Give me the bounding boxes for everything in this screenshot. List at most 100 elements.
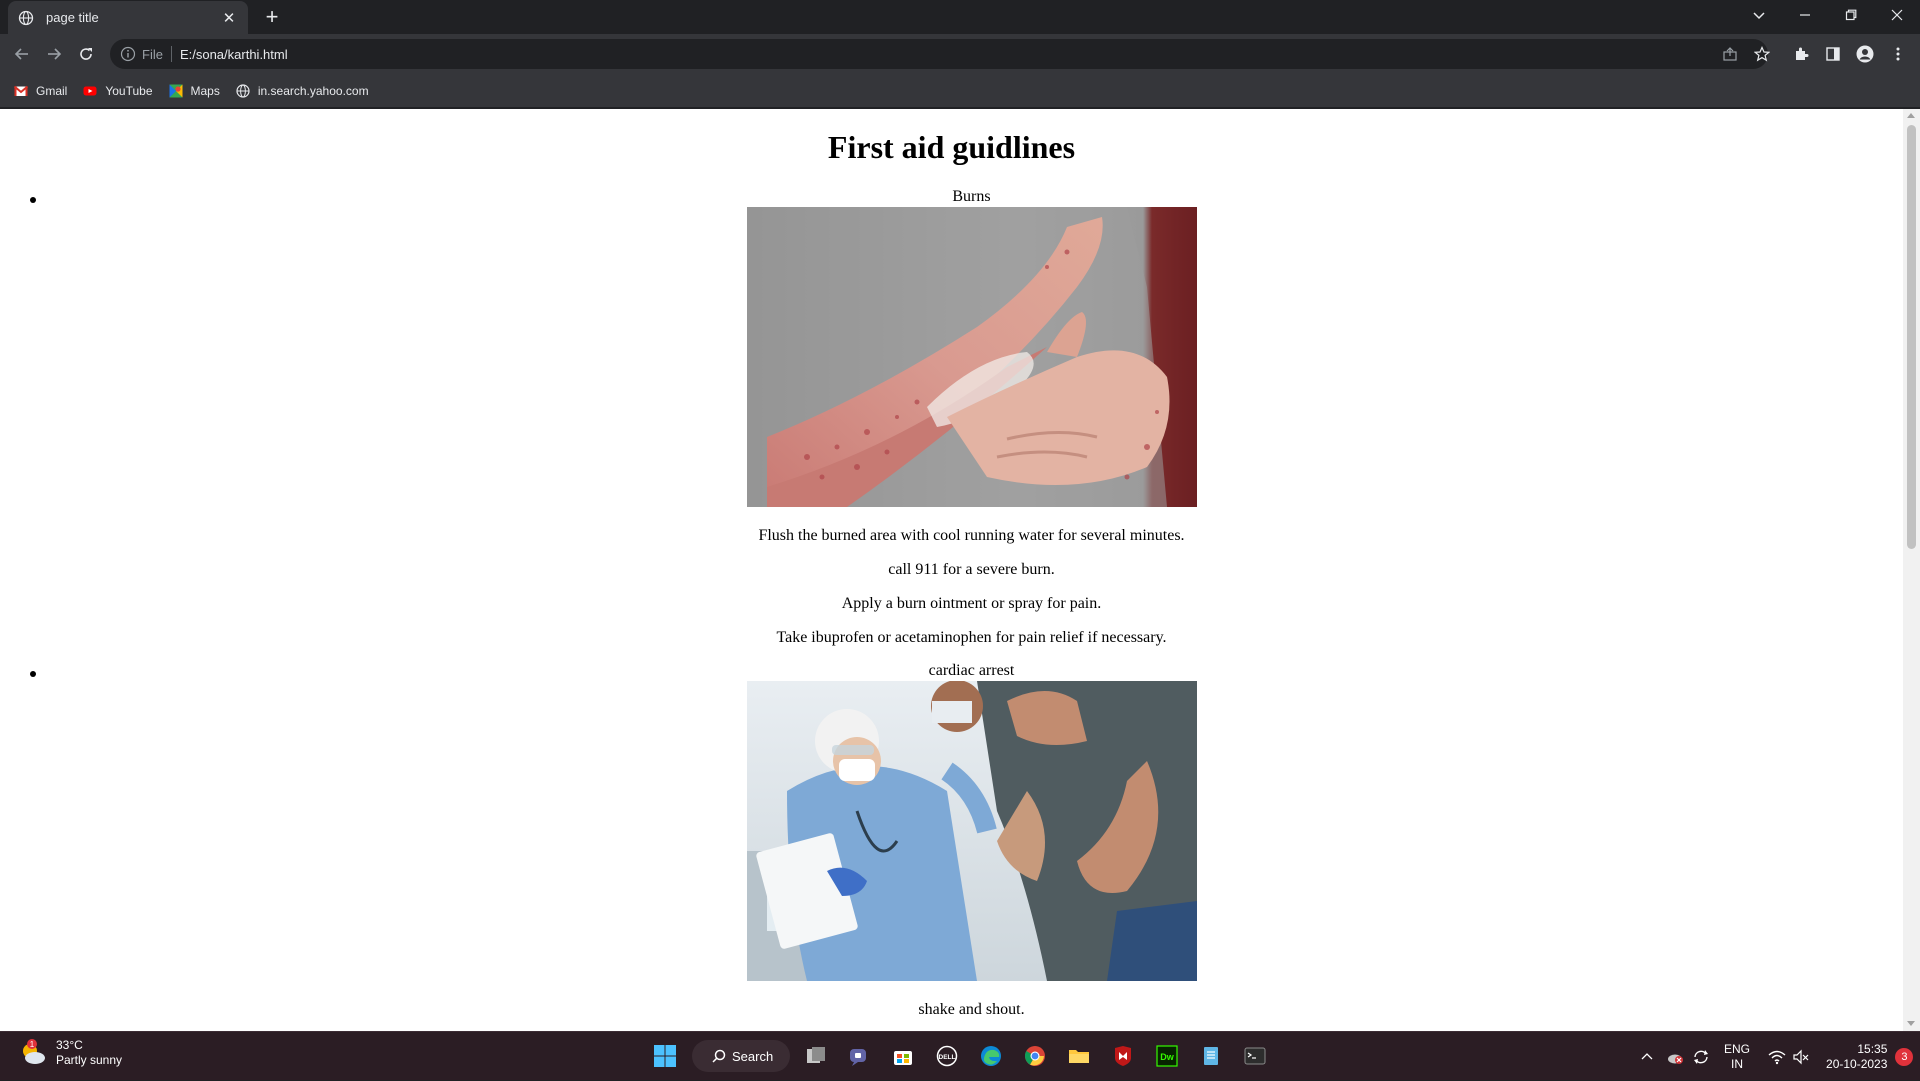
- notepad-icon: [1204, 1047, 1218, 1065]
- dell-app-button[interactable]: DELL: [931, 1040, 963, 1072]
- teams-chat-button[interactable]: [843, 1040, 875, 1072]
- paragraph: call 911 for a severe burn.: [888, 561, 1055, 578]
- bookmark-star-icon[interactable]: [1751, 43, 1773, 65]
- file-explorer-button[interactable]: [1063, 1040, 1095, 1072]
- chat-icon: [850, 1049, 866, 1066]
- new-tab-button[interactable]: +: [258, 4, 286, 32]
- store-button[interactable]: [887, 1040, 919, 1072]
- forward-button[interactable]: [40, 40, 68, 68]
- weather-partly-sunny-icon: 1: [23, 1039, 45, 1064]
- task-view-button[interactable]: [800, 1040, 832, 1072]
- svg-text:DELL: DELL: [939, 1054, 956, 1061]
- chrome-button[interactable]: [1019, 1040, 1051, 1072]
- page-content[interactable]: First aid guidlines Burns Flush the burn…: [0, 109, 1920, 1031]
- bookmark-youtube[interactable]: YouTube: [83, 83, 153, 98]
- browser-tab[interactable]: page title ✕: [8, 1, 248, 34]
- reload-button[interactable]: [72, 40, 100, 68]
- language-indicator[interactable]: ENG IN: [1724, 1042, 1750, 1072]
- tab-strip: page title ✕ +: [0, 0, 1920, 34]
- bookmark-label: Maps: [190, 83, 220, 98]
- weather-badge: 1: [30, 1040, 35, 1049]
- scrollbar-thumb[interactable]: [1907, 125, 1916, 549]
- edge-icon: [981, 1046, 1001, 1066]
- dell-icon: DELL: [936, 1045, 958, 1067]
- list-item-label: Burns: [952, 188, 991, 205]
- tab-search-icon[interactable]: [1736, 0, 1782, 30]
- onedrive-error-icon[interactable]: [1666, 1048, 1684, 1066]
- taskbar: 1 33°C Partly sunny Search DELL Dw ENG I…: [0, 1031, 1920, 1080]
- back-button[interactable]: [8, 40, 36, 68]
- burned-arm-photo: [747, 207, 1197, 507]
- url-text[interactable]: E:/sona/karthi.html: [180, 47, 288, 62]
- profile-icon[interactable]: [1854, 43, 1876, 65]
- page-scrollbar[interactable]: [1903, 109, 1920, 1031]
- mcafee-button[interactable]: [1107, 1040, 1139, 1072]
- paragraph: shake and shout.: [918, 1001, 1025, 1018]
- terminal-button[interactable]: [1239, 1040, 1271, 1072]
- store-icon: [894, 1051, 912, 1065]
- page-heading: First aid guidlines: [827, 129, 1076, 165]
- scroll-down-arrow-icon[interactable]: [1907, 1021, 1915, 1026]
- terminal-icon: [1244, 1047, 1266, 1065]
- minimize-button[interactable]: [1782, 0, 1828, 30]
- globe-icon: [236, 83, 250, 98]
- weather-temp: 33°C: [56, 1038, 83, 1052]
- url-separator: [170, 46, 172, 62]
- restore-button[interactable]: [1828, 0, 1874, 30]
- scroll-up-arrow-icon[interactable]: [1907, 113, 1915, 118]
- search-icon: [712, 1049, 726, 1063]
- tab-title: page title: [46, 10, 99, 25]
- back-arrow-icon: [14, 48, 28, 60]
- bookmark-gmail[interactable]: Gmail: [14, 84, 67, 98]
- clock[interactable]: 15:35 20-10-2023: [1826, 1042, 1887, 1072]
- weather-desc: Partly sunny: [56, 1053, 123, 1067]
- start-button[interactable]: [649, 1040, 681, 1072]
- maps-icon: [169, 84, 182, 97]
- dreamweaver-icon: Dw: [1156, 1045, 1178, 1067]
- chevron-up-icon[interactable]: [1640, 1050, 1654, 1064]
- lang-region: IN: [1731, 1056, 1743, 1071]
- extensions-icon[interactable]: [1790, 43, 1812, 65]
- search-label: Search: [732, 1048, 774, 1064]
- browser-toolbar: File E:/sona/karthi.html: [0, 34, 1920, 74]
- dreamweaver-button[interactable]: Dw: [1151, 1040, 1183, 1072]
- close-window-button[interactable]: [1874, 0, 1920, 30]
- clock-time: 15:35: [1857, 1041, 1888, 1056]
- chrome-icon: [1024, 1046, 1045, 1066]
- lang-code: ENG: [1724, 1041, 1751, 1056]
- reload-icon: [80, 48, 92, 60]
- bookmark-maps[interactable]: Maps: [169, 84, 220, 98]
- paragraph: Take ibuprofen or acetaminophen for pain…: [776, 629, 1167, 646]
- paragraph: Apply a burn ointment or spray for pain.: [841, 595, 1102, 612]
- bookmark-label: in.search.yahoo.com: [257, 83, 369, 98]
- windows-start-icon: [654, 1045, 676, 1067]
- edge-button[interactable]: [975, 1040, 1007, 1072]
- svg-text:Dw: Dw: [1160, 1052, 1174, 1062]
- globe-icon: [18, 10, 34, 25]
- bookmark-yahoo[interactable]: in.search.yahoo.com: [236, 84, 369, 98]
- task-view-icon: [807, 1047, 825, 1063]
- speaker-muted-icon[interactable]: [1792, 1048, 1810, 1066]
- wifi-icon[interactable]: [1768, 1048, 1786, 1066]
- side-panel-icon[interactable]: [1822, 43, 1844, 65]
- clock-date: 20-10-2023: [1826, 1056, 1888, 1071]
- address-bar[interactable]: File E:/sona/karthi.html: [110, 39, 1768, 69]
- system-tray: ENG IN 15:35 20-10-2023 3: [1640, 1032, 1914, 1081]
- taskbar-search[interactable]: Search: [692, 1040, 790, 1072]
- notification-badge[interactable]: 3: [1895, 1047, 1914, 1066]
- doctor-helping-patient-photo: [747, 681, 1197, 981]
- notepad-button[interactable]: [1195, 1040, 1227, 1072]
- paragraph: Flush the burned area with cool running …: [758, 527, 1185, 544]
- bookmark-label: Gmail: [36, 83, 68, 98]
- info-icon[interactable]: [120, 46, 136, 62]
- gmail-icon: [14, 85, 28, 96]
- sync-icon[interactable]: [1692, 1048, 1710, 1066]
- share-icon[interactable]: [1719, 43, 1741, 65]
- bookmarks-bar: Gmail YouTube Maps in.search.yahoo.com: [0, 74, 1920, 108]
- youtube-icon: [83, 86, 97, 95]
- tab-close-icon[interactable]: ✕: [220, 9, 238, 27]
- weather-widget[interactable]: 1 33°C Partly sunny: [18, 1038, 122, 1068]
- menu-dots-icon[interactable]: [1887, 43, 1909, 65]
- bookmark-label: YouTube: [105, 83, 153, 98]
- list-item-label: cardiac arrest: [928, 662, 1015, 679]
